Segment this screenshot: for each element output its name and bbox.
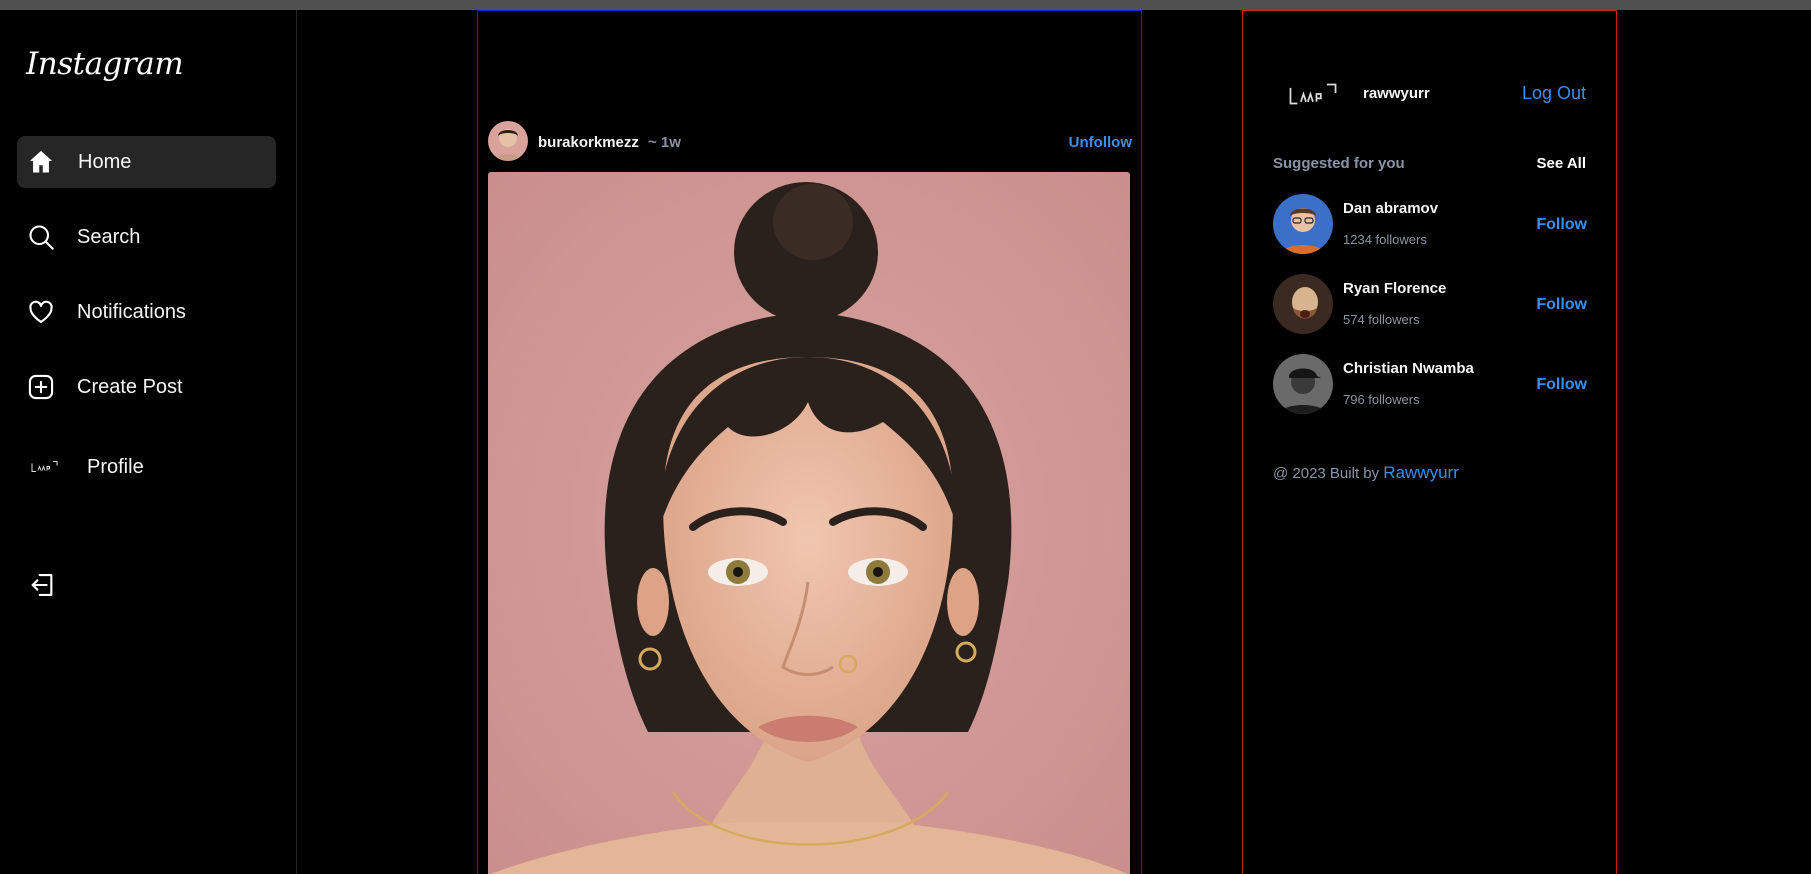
browser-top-strip <box>0 0 1811 10</box>
suggested-heading: Suggested for you <box>1273 155 1405 172</box>
suggestion-followers: 796 followers <box>1343 392 1420 407</box>
sidebar-item-notifications[interactable]: Notifications <box>17 286 276 338</box>
instagram-logo[interactable]: Instagram <box>26 46 184 82</box>
profile-avatar-icon <box>31 461 58 472</box>
suggestion-name[interactable]: Dan abramov <box>1343 200 1438 217</box>
suggestion-name[interactable]: Ryan Florence <box>1343 280 1446 297</box>
sidebar-item-create-post[interactable]: Create Post <box>17 361 276 413</box>
follow-button[interactable]: Follow <box>1536 376 1587 394</box>
footer-prefix: @ 2023 Built by <box>1273 465 1380 482</box>
sidebar-item-search[interactable]: Search <box>17 211 276 263</box>
follow-button[interactable]: Follow <box>1536 296 1587 314</box>
post-header: burakorkmezz ~ 1w Unfollow <box>488 121 1132 163</box>
post-author-username[interactable]: burakorkmezz <box>538 134 639 151</box>
sidebar-item-label: Search <box>77 225 141 248</box>
logout-icon[interactable] <box>28 571 56 599</box>
suggestion-item: Ryan Florence 574 followers Follow <box>1273 274 1587 334</box>
current-user-avatar[interactable] <box>1287 79 1339 109</box>
suggestions-panel: rawwyurr Log Out Suggested for you See A… <box>1242 10 1617 874</box>
post-timestamp: ~ 1w <box>648 134 681 151</box>
sidebar-item-label: Create Post <box>77 375 183 398</box>
suggestion-followers: 1234 followers <box>1343 232 1427 247</box>
current-username[interactable]: rawwyurr <box>1363 85 1430 102</box>
sidebar-item-label: Profile <box>87 455 144 478</box>
sidebar-item-label: Home <box>78 150 132 173</box>
sidebar-item-profile[interactable]: Profile <box>17 441 276 493</box>
home-icon <box>29 150 53 173</box>
suggestion-item: Dan abramov 1234 followers Follow <box>1273 194 1587 254</box>
heart-icon <box>29 300 53 323</box>
follow-button[interactable]: Follow <box>1536 216 1587 234</box>
post-author-avatar[interactable] <box>488 121 528 161</box>
sidebar-item-label: Notifications <box>77 300 186 323</box>
suggestion-name[interactable]: Christian Nwamba <box>1343 360 1474 377</box>
suggestion-item: Christian Nwamba 796 followers Follow <box>1273 354 1587 414</box>
post-image[interactable] <box>488 172 1130 874</box>
feed-column: burakorkmezz ~ 1w Unfollow <box>477 10 1142 874</box>
suggestion-followers: 574 followers <box>1343 312 1420 327</box>
footer-credit: @ 2023 Built by Rawwyurr <box>1273 463 1459 483</box>
sidebar-item-home[interactable]: Home <box>17 136 276 188</box>
plus-square-icon <box>28 374 54 400</box>
sidebar: Instagram Home Search Notifications Crea… <box>0 10 297 874</box>
suggestion-avatar[interactable] <box>1273 274 1333 334</box>
suggestion-avatar[interactable] <box>1273 354 1333 414</box>
see-all-link[interactable]: See All <box>1537 155 1586 172</box>
suggestion-avatar[interactable] <box>1273 194 1333 254</box>
log-out-link[interactable]: Log Out <box>1522 83 1586 104</box>
footer-author-link[interactable]: Rawwyurr <box>1383 463 1459 482</box>
unfollow-button[interactable]: Unfollow <box>1069 134 1132 151</box>
search-icon <box>29 225 54 250</box>
